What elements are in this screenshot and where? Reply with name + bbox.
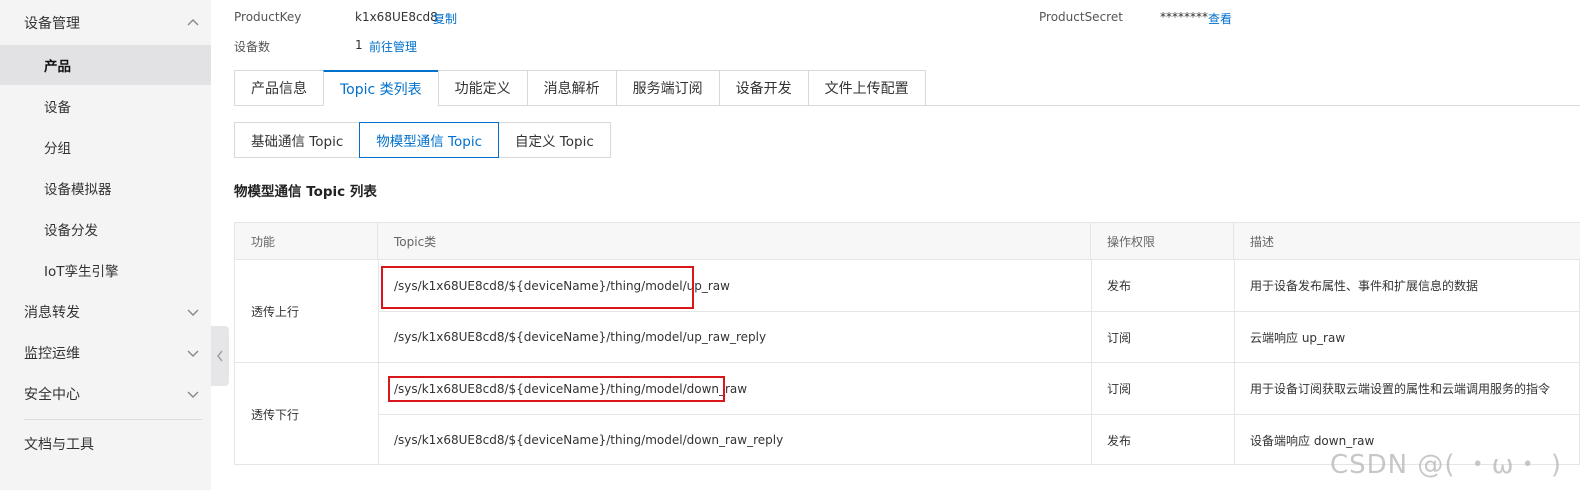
- table-row-topic: /sys/k1x68UE8cd8/${deviceName}/thing/mod…: [394, 433, 784, 447]
- tab-function-definition[interactable]: 功能定义: [437, 70, 527, 106]
- sidebar-group-label: 监控运维: [24, 346, 80, 362]
- function-cell-downlink: 透传下行: [251, 407, 300, 422]
- topic-subtabs: 基础通信 Topic 物模型通信 Topic 自定义 Topic: [234, 122, 611, 158]
- product-key-label: ProductKey: [234, 10, 302, 24]
- sidebar-item-label: 产品: [44, 59, 71, 75]
- sidebar-item-device-simulator[interactable]: 设备模拟器: [0, 168, 211, 208]
- device-count-value: 1: [355, 38, 363, 52]
- section-title: 物模型通信 Topic 列表: [234, 184, 377, 200]
- tab-device-development[interactable]: 设备开发: [718, 70, 808, 106]
- sidebar-collapse-handle[interactable]: [211, 326, 229, 386]
- column-header-permission: 操作权限: [1091, 223, 1234, 260]
- sidebar-group-message-forwarding[interactable]: 消息转发: [0, 292, 211, 332]
- table-row-description: 用于设备订阅获取云端设置的属性和云端调用服务的指令: [1250, 382, 1551, 396]
- tab-product-info[interactable]: 产品信息: [234, 70, 323, 106]
- product-secret-value: ********: [1160, 10, 1208, 24]
- column-header-topic: Topic类: [378, 223, 1091, 260]
- view-secret-link[interactable]: 查看: [1208, 10, 1232, 27]
- sidebar-item-docs-tools[interactable]: 文档与工具: [0, 424, 211, 464]
- sidebar-group-label: 设备管理: [24, 16, 80, 32]
- sidebar: 设备管理 产品 设备 分组 设备模拟器 设备分发 IoT孪生引擎 消息转发 监控…: [0, 0, 211, 490]
- sidebar-group-label: 消息转发: [24, 305, 80, 321]
- chevron-left-icon: [217, 350, 223, 362]
- sidebar-item-label: 设备分发: [44, 223, 98, 239]
- chevron-down-icon: [187, 309, 199, 316]
- sidebar-item-label: 设备: [44, 100, 71, 116]
- table-row-permission: 订阅: [1107, 330, 1132, 345]
- subtab-thing-model-topic[interactable]: 物模型通信 Topic: [359, 122, 499, 158]
- chevron-down-icon: [187, 350, 199, 357]
- table-row-permission: 发布: [1107, 279, 1132, 293]
- column-header-function: 功能: [235, 223, 378, 260]
- tab-message-parsing[interactable]: 消息解析: [526, 70, 616, 106]
- manage-devices-link[interactable]: 前往管理: [369, 38, 417, 55]
- sidebar-item-device-distribution[interactable]: 设备分发: [0, 209, 211, 249]
- table-row-permission: 发布: [1107, 433, 1132, 448]
- sidebar-group-device-management[interactable]: 设备管理: [0, 3, 211, 43]
- sidebar-group-label: 文档与工具: [24, 437, 94, 453]
- tab-server-subscription[interactable]: 服务端订阅: [615, 70, 719, 106]
- subtab-custom-topic[interactable]: 自定义 Topic: [498, 122, 611, 158]
- function-cell-uplink: 透传上行: [251, 304, 300, 319]
- highlight-box-up-raw: [381, 266, 694, 309]
- sidebar-item-device[interactable]: 设备: [0, 86, 211, 126]
- product-key-value: k1x68UE8cd8: [355, 10, 438, 24]
- highlight-box-down-raw: [388, 376, 725, 402]
- sidebar-item-iot-twin-engine[interactable]: IoT孪生引擎: [0, 250, 211, 290]
- table-row-permission: 订阅: [1107, 382, 1132, 396]
- sidebar-item-product[interactable]: 产品: [0, 45, 211, 85]
- table-row-description: 用于设备发布属性、事件和扩展信息的数据: [1250, 279, 1479, 293]
- table-header: 功能 Topic类 操作权限 描述: [235, 223, 1580, 260]
- copy-link[interactable]: 复制: [433, 10, 457, 27]
- topic-table: 功能 Topic类 操作权限 描述 透传上行 /sys/k1x68UE8cd8/…: [234, 222, 1580, 465]
- chevron-up-icon: [187, 19, 199, 26]
- device-count-label: 设备数: [234, 40, 271, 54]
- chevron-down-icon: [187, 391, 199, 398]
- tab-file-upload-config[interactable]: 文件上传配置: [807, 70, 926, 106]
- tab-topic-list[interactable]: Topic 类列表: [323, 70, 438, 106]
- table-row-topic: /sys/k1x68UE8cd8/${deviceName}/thing/mod…: [394, 330, 767, 344]
- product-secret-label: ProductSecret: [1039, 10, 1123, 24]
- table-row-description: 云端响应 up_raw: [1250, 330, 1346, 345]
- subtab-basic-topic[interactable]: 基础通信 Topic: [234, 122, 361, 158]
- sidebar-group-label: 安全中心: [24, 387, 80, 403]
- watermark: CSDN @( ・ω・ ): [1330, 450, 1562, 480]
- sidebar-divider: [24, 419, 202, 420]
- main-tabs: 产品信息 Topic 类列表 功能定义 消息解析 服务端订阅 设备开发 文件上传…: [234, 70, 926, 106]
- sidebar-item-label: 设备模拟器: [44, 182, 112, 198]
- column-header-description: 描述: [1250, 235, 1275, 249]
- sidebar-item-label: 分组: [44, 141, 71, 157]
- sidebar-item-group[interactable]: 分组: [0, 127, 211, 167]
- sidebar-item-label: IoT孪生引擎: [44, 264, 119, 280]
- sidebar-group-monitoring[interactable]: 监控运维: [0, 333, 211, 373]
- sidebar-group-security-center[interactable]: 安全中心: [0, 374, 211, 414]
